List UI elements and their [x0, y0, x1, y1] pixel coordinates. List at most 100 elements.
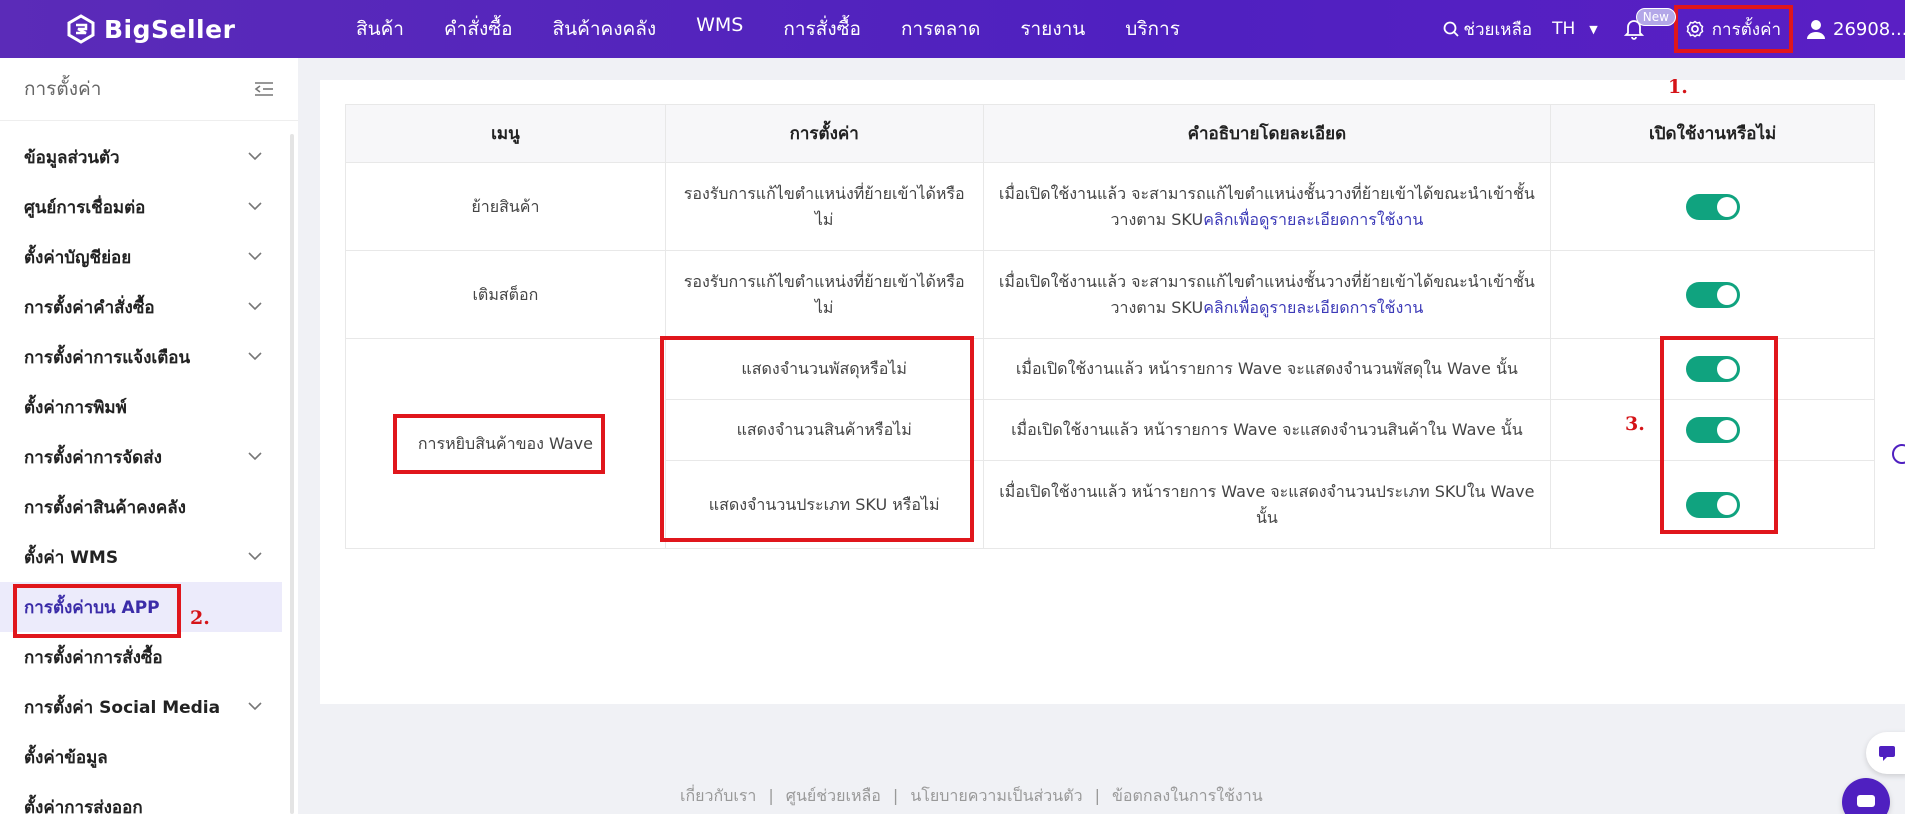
settings-sidebar: การตั้งค่า ข้อมูลส่วนตัวศูนย์การเชื่อมต่… [0, 58, 298, 814]
highlight-sidebar-app [13, 584, 181, 638]
sidebar-scrollbar[interactable] [290, 134, 294, 814]
sidebar-item-3[interactable]: การตั้งค่าคำสั่งซื้อ [0, 282, 290, 332]
footer-link-0[interactable]: เกี่ยวกับเรา [680, 786, 756, 805]
description-cell: เมื่อเปิดใช้งานแล้ว หน้ารายการ Wave จะแส… [982, 460, 1552, 549]
sidebar-item-0[interactable]: ข้อมูลส่วนตัว [0, 132, 290, 182]
table-row: ย้ายสินค้า รองรับการแก้ไขตำแหน่งที่ย้ายเ… [345, 162, 1875, 251]
annotation-2: 2. [190, 607, 210, 629]
language-label: TH [1552, 19, 1576, 39]
nav-item-0[interactable]: สินค้า [356, 14, 404, 44]
chevron-down-icon [248, 249, 262, 265]
chevron-down-icon [248, 149, 262, 165]
enable-toggle[interactable] [1685, 193, 1740, 220]
settings-button[interactable]: การตั้งค่า [1673, 5, 1793, 53]
collapse-sidebar-icon[interactable] [254, 81, 274, 97]
user-menu[interactable]: 26908... [1805, 18, 1905, 40]
sidebar-item-4[interactable]: การตั้งค่าการแจ้งเตือน [0, 332, 290, 382]
sidebar-item-label: การตั้งค่าคำสั่งซื้อ [24, 297, 155, 318]
sidebar-item-label: ข้อมูลส่วนตัว [24, 147, 120, 168]
nav-item-7[interactable]: บริการ [1125, 14, 1180, 44]
sidebar-item-2[interactable]: ตั้งค่าบัญชีย่อย [0, 232, 290, 282]
toggle-cell [1550, 162, 1875, 251]
chat-support-button[interactable] [1842, 778, 1890, 814]
sidebar-item-label: การตั้งค่าการสั่งซื้อ [24, 647, 163, 668]
toggle-cell [1550, 250, 1875, 339]
footer-separator: | [768, 786, 774, 805]
chevron-down-icon [248, 299, 262, 315]
main-nav: สินค้า คำสั่งซื้อ สินค้าคงคลัง WMS การสั่งซื… [356, 14, 1220, 44]
enable-toggle[interactable] [1685, 281, 1740, 308]
nav-item-3[interactable]: WMS [696, 14, 743, 44]
sidebar-item-label: ตั้งค่าข้อมูล [24, 747, 108, 768]
description-cell: เมื่อเปิดใช้งานแล้ว หน้ารายการ Wave จะแส… [982, 338, 1552, 400]
header-menu: เมนู [345, 104, 666, 163]
sidebar-item-label: การตั้งค่าการแจ้งเตือน [24, 347, 191, 368]
sidebar-item-8[interactable]: ตั้งค่า WMS [0, 532, 290, 582]
settings-label: การตั้งค่า [1711, 19, 1781, 40]
header-setting: การตั้งค่า [664, 104, 984, 163]
sidebar-item-6[interactable]: การตั้งค่าการจัดส่ง [0, 432, 290, 482]
description-cell: เมื่อเปิดใช้งานแล้ว จะสามารถแก้ไขตำแหน่ง… [982, 162, 1552, 251]
user-id: 26908... [1833, 18, 1905, 40]
menu-cell: ย้ายสินค้า [345, 162, 666, 251]
chevron-down-icon [248, 549, 262, 565]
sidebar-item-label: การตั้งค่าการจัดส่ง [24, 447, 162, 468]
highlight-wave-menu [393, 414, 605, 474]
header-description: คำอธิบายโดยละเอียด [982, 104, 1552, 163]
footer-link-2[interactable]: นโยบายความเป็นส่วนตัว [910, 786, 1082, 805]
sidebar-item-label: ตั้งค่าการส่งออก [24, 797, 143, 814]
sidebar-title: การตั้งค่า [24, 78, 102, 100]
nav-item-2[interactable]: สินค้าคงคลัง [553, 14, 657, 44]
search-icon [1444, 21, 1460, 37]
app-settings-table: เมนู การตั้งค่า คำอธิบายโดยละเอียด เปิดใ… [345, 104, 1875, 549]
description-cell: เมื่อเปิดใช้งานแล้ว หน้ารายการ Wave จะแส… [982, 399, 1552, 461]
header-enabled: เปิดใช้งานหรือไม่ [1550, 104, 1875, 163]
message-icon [1857, 795, 1875, 807]
highlight-wave-toggles [1660, 336, 1778, 534]
description-cell: เมื่อเปิดใช้งานแล้ว จะสามารถแก้ไขตำแหน่ง… [982, 250, 1552, 339]
chevron-down-icon [248, 699, 262, 715]
setting-cell: รองรับการแก้ไขตำแหน่งที่ย้ายเข้าได้หรือไ… [664, 162, 984, 251]
setting-cell: รองรับการแก้ไขตำแหน่งที่ย้ายเข้าได้หรือไ… [664, 250, 984, 339]
table-row: การหยิบสินค้าของ Wave แสดงจำนวนพัสดุหรือ… [345, 338, 1875, 549]
table-row: เติมสต็อก รองรับการแก้ไขตำแหน่งที่ย้ายเข… [345, 250, 1875, 339]
chevron-down-icon [248, 449, 262, 465]
usage-details-link[interactable]: คลิกเพื่อดูรายละเอียดการใช้งาน [1203, 210, 1423, 229]
footer-separator: | [892, 786, 899, 805]
feedback-button[interactable] [1866, 732, 1905, 774]
scroll-indicator-icon [1892, 444, 1905, 464]
gear-icon [1686, 20, 1704, 38]
usage-details-link[interactable]: คลิกเพื่อดูรายละเอียดการใช้งาน [1203, 298, 1423, 317]
footer-links: เกี่ยวกับเรา | ศูนย์ช่วยเหลือ | นโยบายความเป… [680, 784, 1263, 809]
footer-link-3[interactable]: ข้อตกลงในการใช้งาน [1112, 786, 1263, 805]
new-badge: New [1635, 8, 1676, 26]
sidebar-item-13[interactable]: ตั้งค่าการส่งออก [0, 782, 290, 814]
footer-link-1[interactable]: ศูนย์ช่วยเหลือ [786, 786, 881, 805]
brand-logo[interactable]: BigSeller [66, 14, 256, 44]
help-link[interactable]: ช่วยเหลือ [1443, 16, 1532, 43]
notifications-button[interactable]: New [1623, 8, 1676, 44]
sidebar-item-5[interactable]: ตั้งค่าการพิมพ์ [0, 382, 290, 432]
sidebar-item-12[interactable]: ตั้งค่าข้อมูล [0, 732, 290, 782]
language-select[interactable]: TH ▼ [1552, 19, 1598, 39]
nav-item-4[interactable]: การสั่งซื้อ [783, 14, 861, 44]
sidebar-item-10[interactable]: การตั้งค่าการสั่งซื้อ [0, 632, 290, 682]
sidebar-item-label: ตั้งค่า WMS [24, 547, 119, 568]
sidebar-item-7[interactable]: การตั้งค่าสินค้าคงคลัง [0, 482, 290, 532]
sidebar-item-label: การตั้งค่า Social Media [24, 697, 221, 718]
sidebar-item-label: ศูนย์การเชื่อมต่อ [24, 197, 146, 218]
brand-name: BigSeller [104, 14, 236, 44]
sidebar-item-label: ตั้งค่าการพิมพ์ [24, 397, 127, 418]
help-label: ช่วยเหลือ [1463, 19, 1533, 40]
user-icon [1807, 20, 1825, 39]
sidebar-item-1[interactable]: ศูนย์การเชื่อมต่อ [0, 182, 290, 232]
sidebar-item-11[interactable]: การตั้งค่า Social Media [0, 682, 290, 732]
chat-icon [1879, 746, 1895, 761]
menu-cell: เติมสต็อก [345, 250, 666, 339]
nav-item-1[interactable]: คำสั่งซื้อ [444, 14, 513, 44]
bigseller-logo-icon [67, 14, 95, 44]
top-navbar: BigSeller สินค้า คำสั่งซื้อ สินค้าคงคลัง WM… [0, 0, 1905, 58]
nav-item-5[interactable]: การตลาด [901, 14, 980, 44]
nav-item-6[interactable]: รายงาน [1020, 14, 1085, 44]
chevron-down-icon [248, 349, 262, 365]
